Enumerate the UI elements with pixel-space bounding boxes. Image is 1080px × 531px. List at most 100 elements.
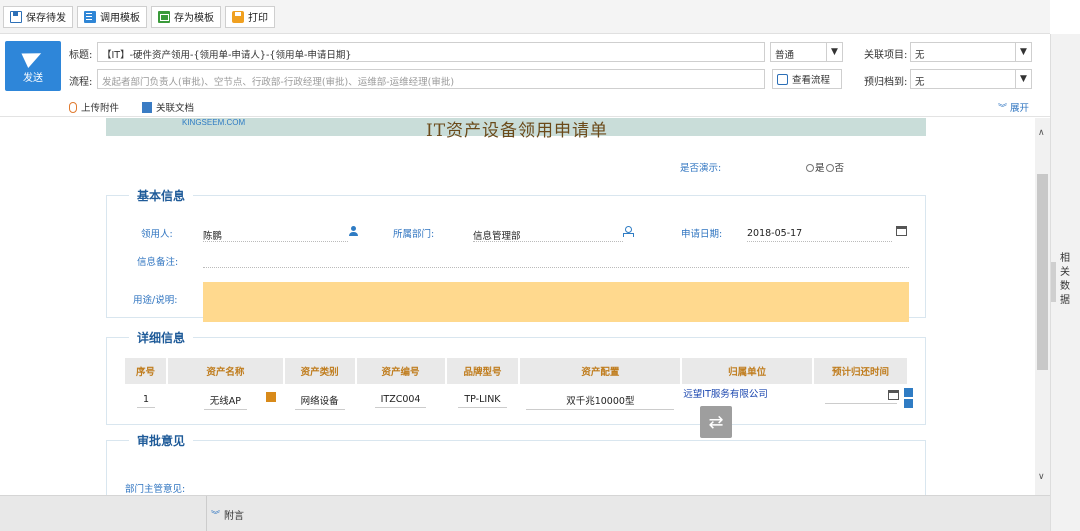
row-return-time[interactable]	[824, 401, 897, 404]
apply-date-label: 申请日期:	[681, 229, 723, 240]
calendar-icon[interactable]	[896, 226, 907, 236]
flow-input[interactable]: 发起者部门负责人(审批)、空节点、行政部-行政经理(审批)、运维部-运维经理(审…	[97, 69, 765, 89]
demo-no-radio[interactable]	[825, 164, 834, 172]
attachment-note-label: 附言	[224, 510, 245, 522]
save-as-template-label: 存为模板	[174, 13, 214, 24]
save-draft-label: 保存待发	[26, 13, 66, 24]
chevron-down-icon: ▼	[1015, 70, 1031, 88]
archive-value: 无	[915, 77, 925, 88]
row-category[interactable]: 网络设备	[294, 393, 345, 410]
title-value: 【IT】-硬件资产领用-{领用单-申请人}-{领用单-申请日期}	[102, 50, 352, 61]
table-row: 1 无线AP 网络设备 ITZC004 TP-LINK 双千兆10000型 远望…	[125, 384, 913, 418]
related-project-value: 无	[915, 50, 925, 61]
document-icon	[142, 101, 152, 113]
col-header-unit: 归属单位	[681, 358, 814, 384]
remark-label: 信息备注:	[137, 257, 179, 268]
print-button[interactable]: 打印	[225, 5, 275, 28]
row-code[interactable]: ITZC004	[374, 394, 427, 408]
print-label: 打印	[248, 13, 268, 24]
use-template-label: 调用模板	[100, 13, 140, 24]
row-no[interactable]: 1	[136, 394, 155, 408]
demo-yes-label: 是	[815, 163, 825, 174]
chevron-down-icon: ▼	[826, 43, 842, 61]
purpose-textarea[interactable]	[203, 282, 909, 322]
upload-attachment-link[interactable]: 上传附件	[69, 100, 119, 114]
demo-label: 是否演示:	[680, 163, 722, 174]
form-title: IT资产设备领用申请单	[426, 121, 609, 141]
related-project-label: 关联项目:	[864, 50, 908, 61]
calendar-icon[interactable]	[888, 390, 899, 400]
panel-handle[interactable]	[1051, 262, 1056, 302]
form-content: KINGSEEM.COM IT资产设备领用申请单 是否演示: 是否 基本信息 领…	[0, 118, 1035, 495]
col-header-brand: 品牌型号	[445, 358, 521, 384]
cell-return-time	[813, 384, 913, 418]
expand-label: 展开	[1010, 103, 1030, 114]
col-header-code: 资产编号	[355, 358, 447, 384]
cell-no: 1	[125, 384, 167, 418]
title-input[interactable]: 【IT】-硬件资产领用-{领用单-申请人}-{领用单-申请日期}	[97, 42, 765, 62]
cell-code: ITZC004	[356, 384, 446, 418]
cell-brand: TP-LINK	[446, 384, 520, 418]
print-icon	[232, 10, 244, 23]
row-config[interactable]: 双千兆10000型	[526, 393, 675, 410]
delete-row-icon[interactable]	[904, 399, 913, 408]
scroll-up-icon[interactable]: ∧	[1038, 128, 1045, 138]
title-label: 标题:	[69, 50, 93, 61]
chevron-double-down-icon: ︾	[211, 510, 221, 521]
col-header-return-time: 预计归还时间	[813, 358, 909, 384]
form-banner: KINGSEEM.COM IT资产设备领用申请单	[106, 118, 926, 141]
approval-section: 审批意见 部门主管意见:	[106, 432, 926, 495]
view-flow-button[interactable]: 查看流程	[772, 69, 842, 89]
apply-date-field[interactable]: 2018-05-17	[747, 228, 892, 242]
priority-select[interactable]: 普通 ▼	[770, 42, 843, 62]
send-button[interactable]: 发送	[5, 41, 61, 91]
scroll-down-icon[interactable]: ∨	[1038, 472, 1045, 482]
paper-plane-icon	[21, 45, 45, 68]
asset-picker-icon[interactable]	[265, 392, 276, 402]
approval-title: 审批意见	[129, 432, 194, 449]
attachment-note-toggle[interactable]: ︾ 附言	[206, 496, 244, 531]
remark-field[interactable]	[203, 254, 909, 268]
applicant-field[interactable]: 陈鹏	[203, 228, 348, 242]
archive-select[interactable]: 无 ▼	[910, 69, 1032, 89]
related-doc-label: 关联文档	[156, 103, 195, 114]
vertical-scrollbar[interactable]: ∧ ∨	[1035, 118, 1050, 495]
dept-field[interactable]: 信息管理部	[473, 228, 623, 242]
org-icon[interactable]	[623, 226, 634, 237]
col-header-no: 序号	[125, 358, 168, 384]
bottom-bar: ︾ 附言	[0, 495, 1050, 531]
use-template-button[interactable]: 调用模板	[77, 5, 147, 28]
basic-info-section: 基本信息 领用人: 陈鹏 所属部门: 信息管理部 申请日期: 2018-05-1…	[106, 187, 926, 322]
applicant-label: 领用人:	[141, 229, 173, 240]
related-project-select[interactable]: 无 ▼	[910, 42, 1032, 62]
paperclip-icon	[69, 101, 77, 113]
table-header-row: 序号 资产名称 资产类别 资产编号 品牌型号 资产配置 归属单位 预计归还时间	[125, 358, 909, 384]
basic-info-title: 基本信息	[129, 187, 194, 204]
save-as-template-button[interactable]: 存为模板	[151, 5, 221, 28]
col-header-config: 资产配置	[519, 358, 683, 384]
send-label: 发送	[23, 72, 43, 84]
save-draft-button[interactable]: 保存待发	[3, 5, 73, 28]
demo-yes-radio[interactable]	[806, 164, 814, 172]
expand-link[interactable]: ︾ 展开	[998, 100, 1029, 114]
form-header: 发送 标题: 【IT】-硬件资产领用-{领用单-申请人}-{领用单-申请日期} …	[0, 35, 1050, 117]
cell-name: 无线AP	[167, 384, 284, 418]
cell-category: 网络设备	[284, 384, 356, 418]
purpose-label: 用途/说明:	[133, 295, 178, 306]
refresh-icon[interactable]: ⇄	[700, 406, 732, 438]
brand-logo: KINGSEEM.COM	[182, 118, 246, 127]
related-doc-link[interactable]: 关联文档	[142, 100, 194, 114]
demo-radio-group: 是否	[806, 160, 844, 174]
row-brand[interactable]: TP-LINK	[458, 394, 507, 408]
demo-no-label: 否	[834, 163, 845, 174]
scrollbar-thumb[interactable]	[1037, 174, 1048, 370]
person-icon[interactable]	[349, 226, 358, 237]
row-asset-name[interactable]: 无线AP	[203, 393, 247, 410]
add-row-icon[interactable]	[904, 388, 913, 397]
detail-info-section: 详细信息 序号 资产名称 资产类别 资产编号 品牌型号 资产配置 归属单位 预计…	[106, 329, 926, 425]
detail-info-title: 详细信息	[129, 329, 194, 346]
related-data-label: 相关数据	[1060, 253, 1070, 306]
row-unit[interactable]: 远望IT服务有限公司	[683, 386, 768, 400]
related-data-panel[interactable]: 相关数据	[1050, 34, 1080, 531]
cell-config: 双千兆10000型	[519, 384, 681, 418]
